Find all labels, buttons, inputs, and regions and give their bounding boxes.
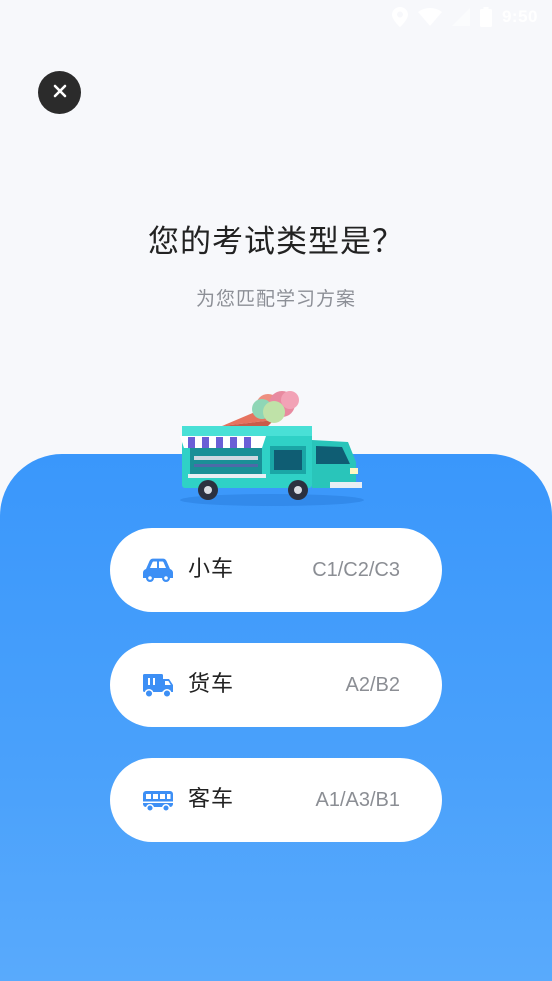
close-icon [53, 83, 67, 102]
page-title: 您的考试类型是？ [148, 224, 404, 260]
car-icon [142, 556, 174, 584]
option-code: C1/C2/C3 [312, 559, 400, 581]
option-bus[interactable]: 客车 A1/A3/B1 [110, 758, 442, 842]
option-code: A2/B2 [345, 674, 400, 696]
status-bar: 9:50 [0, 0, 552, 38]
option-label: 客车 [188, 787, 235, 812]
signal-icon [451, 8, 470, 26]
truck-icon [142, 671, 174, 699]
option-code: A1/A3/B1 [315, 789, 400, 811]
ice-cream-truck-illustration [170, 382, 375, 510]
status-time: 9:50 [501, 7, 538, 26]
battery-icon [479, 7, 492, 27]
option-label: 货车 [188, 672, 235, 697]
status-icons: 9:50 [391, 7, 538, 27]
wifi-icon [417, 8, 442, 26]
option-truck[interactable]: 货车 A2/B2 [110, 643, 442, 727]
option-label: 小车 [188, 557, 235, 582]
location-icon [391, 7, 408, 27]
page-subtitle: 为您匹配学习方案 [195, 288, 356, 310]
option-small-car[interactable]: 小车 C1/C2/C3 [110, 528, 442, 612]
bus-icon [142, 786, 174, 814]
close-button[interactable] [38, 71, 81, 114]
